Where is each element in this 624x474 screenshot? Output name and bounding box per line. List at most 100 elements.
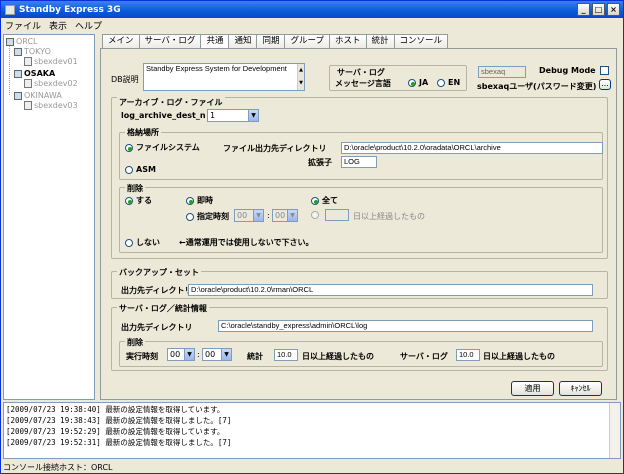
menu-bar: ファイル 表示 ヘルプ xyxy=(1,18,623,33)
debug-mode-label: Debug Mode xyxy=(539,66,596,75)
window-title: Standby Express 3G xyxy=(19,4,121,15)
radio-selected-icon xyxy=(408,78,416,87)
archive-days-label: 日以上経過したもの xyxy=(353,212,425,221)
message-lang-label: メッセージ言語 xyxy=(335,79,391,88)
lang-en-radio[interactable]: EN xyxy=(437,78,460,87)
dropdown-arrow-icon: ▼ xyxy=(287,210,297,221)
user-password-label: sbexaqユーザ(パスワード変更) xyxy=(477,82,597,91)
tree-site-osaka[interactable]: OSAKA xyxy=(14,69,55,78)
delete-all-radio[interactable]: 全て xyxy=(311,195,338,206)
dropdown-arrow-icon[interactable]: ▼ xyxy=(248,110,258,121)
menu-file[interactable]: ファイル xyxy=(5,19,41,32)
tree-host-sbexdev03[interactable]: sbexdev03 xyxy=(24,101,78,110)
status-bar: コンソール接続ホスト：ORCL xyxy=(3,463,113,472)
tab-console[interactable]: コンソール xyxy=(393,34,449,48)
cancel-button[interactable]: ｷｬﾝｾﾙ xyxy=(559,381,602,396)
tab-bar: メイン サーバ・ログ 共通 通知 同期 グループ ホスト 統計 コンソール xyxy=(102,34,449,49)
archive-log-title: アーカイブ・ログ・ファイル xyxy=(117,97,225,108)
delete-no-radio[interactable]: しない xyxy=(125,237,160,248)
user-field: sbexaq xyxy=(478,66,526,78)
main-window: Standby Express 3G _ □ × ファイル 表示 ヘルプ ORC… xyxy=(0,0,624,474)
site-icon xyxy=(14,69,22,78)
tree-root[interactable]: ORCL xyxy=(6,37,38,46)
server-icon xyxy=(24,79,32,88)
tree-site-tokyo[interactable]: TOKYO xyxy=(14,47,51,56)
archive-minute-select: 00 ▼ xyxy=(272,209,298,222)
tab-server-log[interactable]: サーバ・ログ xyxy=(138,34,202,48)
storage-title: 格納場所 xyxy=(125,127,161,138)
close-button[interactable]: × xyxy=(607,3,620,16)
site-icon xyxy=(14,47,22,56)
debug-mode-checkbox[interactable] xyxy=(600,66,609,75)
lang-ja-radio[interactable]: JA xyxy=(408,78,428,87)
archive-dir-label: ファイル出力先ディレクトリ xyxy=(223,144,327,153)
tree-host-sbexdev02[interactable]: sbexdev02 xyxy=(24,79,78,88)
archive-dest-select[interactable]: 1 ▼ xyxy=(207,109,259,122)
radio-selected-icon xyxy=(125,143,133,152)
database-icon xyxy=(6,37,14,46)
radio-selected-icon xyxy=(186,196,194,205)
menu-view[interactable]: 表示 xyxy=(49,19,67,32)
stats-days-label: 日以上経過したもの xyxy=(302,352,374,361)
dropdown-arrow-icon[interactable]: ▼ xyxy=(184,349,194,360)
tab-notify[interactable]: 通知 xyxy=(228,34,258,48)
menu-help[interactable]: ヘルプ xyxy=(75,19,102,32)
log-line: [2009/07/23 19:38:40] 最新の設定情報を取得しています。 xyxy=(6,405,225,414)
backup-title: バックアップ・セット xyxy=(117,267,201,278)
backup-dir-label: 出力先ディレクトリ xyxy=(121,286,193,295)
delete-do-radio[interactable]: する xyxy=(125,195,152,206)
delete-days-radio[interactable] xyxy=(311,211,319,219)
radio-icon xyxy=(186,212,194,221)
log-scrollbar[interactable] xyxy=(609,403,620,458)
tab-common[interactable]: 共通 xyxy=(200,34,230,49)
app-icon xyxy=(5,4,15,15)
user-password-button[interactable]: ... xyxy=(599,79,611,90)
db-desc-textarea[interactable]: Standby Express System for Development xyxy=(143,63,305,91)
archive-dir-input[interactable]: D:\oracle\product\10.2.0\oradata\ORCL\ar… xyxy=(341,142,603,154)
serverlog-dir-input[interactable]: C:\oracle\standby_express\admin\ORCL\log xyxy=(218,320,593,332)
exec-minute-select[interactable]: 00 ▼ xyxy=(202,348,232,361)
minimize-button[interactable]: _ xyxy=(577,3,590,16)
dropdown-arrow-icon[interactable]: ▼ xyxy=(221,349,231,360)
radio-icon xyxy=(125,165,133,174)
slog-days-input[interactable]: 10.0 xyxy=(456,349,480,361)
ext-input[interactable]: LOG xyxy=(341,156,377,168)
radio-icon xyxy=(437,78,445,87)
maximize-button[interactable]: □ xyxy=(592,3,605,16)
title-bar[interactable]: Standby Express 3G _ □ × xyxy=(1,1,623,18)
storage-fs-radio[interactable]: ファイルシステム xyxy=(125,142,200,153)
log-line: [2009/07/23 19:38:43] 最新の設定情報を取得しました。[7] xyxy=(6,416,232,425)
tab-stats[interactable]: 統計 xyxy=(365,34,395,48)
radio-icon xyxy=(311,211,319,219)
tree-site-okinawa[interactable]: OKINAWA xyxy=(14,91,62,100)
tab-sync[interactable]: 同期 xyxy=(256,34,286,48)
db-desc-label: DB説明 xyxy=(111,75,139,84)
exec-time-label: 実行時刻 xyxy=(126,352,158,361)
slog-days-label: 日以上経過したもの xyxy=(483,352,555,361)
dropdown-arrow-icon: ▼ xyxy=(253,210,263,221)
tab-main[interactable]: メイン xyxy=(102,34,140,48)
backup-dir-input[interactable]: D:\oracle\product\10.2.0\rman\ORCL xyxy=(188,284,593,296)
tree-host-sbexdev01[interactable]: sbexdev01 xyxy=(24,57,78,66)
tab-host[interactable]: ホスト xyxy=(328,34,367,48)
tab-group[interactable]: グループ xyxy=(284,34,330,48)
server-log-label: サーバ・ログ xyxy=(337,68,385,77)
slog-label: サーバ・ログ xyxy=(400,352,448,361)
delete-timed-radio[interactable]: 指定時刻 xyxy=(186,211,229,222)
host-tree[interactable]: ORCL TOKYO sbexdev01 OSAKA sbexdev02 OKI… xyxy=(3,34,95,400)
exec-time-colon: : xyxy=(197,350,200,359)
serverlog-stats-title: サーバ・ログ／統計情報 xyxy=(117,303,209,314)
archive-dest-label: log_archive_dest_n xyxy=(121,111,206,120)
log-line: [2009/07/23 19:52:31] 最新の設定情報を取得しました。[7] xyxy=(6,438,232,447)
radio-selected-icon xyxy=(125,196,133,205)
delete-immediate-radio[interactable]: 即時 xyxy=(186,195,213,206)
exec-hour-select[interactable]: 00 ▼ xyxy=(167,348,195,361)
ext-label: 拡張子 xyxy=(308,158,332,167)
no-delete-note: ←通常運用では使用しないで下さい。 xyxy=(179,238,314,247)
console-log[interactable]: [2009/07/23 19:38:40] 最新の設定情報を取得しています。 [… xyxy=(3,402,621,459)
db-desc-scrollbar[interactable]: ▲ ▼ xyxy=(297,64,304,90)
apply-button[interactable]: 適用 xyxy=(511,381,554,396)
storage-asm-radio[interactable]: ASM xyxy=(125,165,156,174)
stats-days-input[interactable]: 10.0 xyxy=(274,349,298,361)
log-line: [2009/07/23 19:52:29] 最新の設定情報を取得しています。 xyxy=(6,427,225,436)
